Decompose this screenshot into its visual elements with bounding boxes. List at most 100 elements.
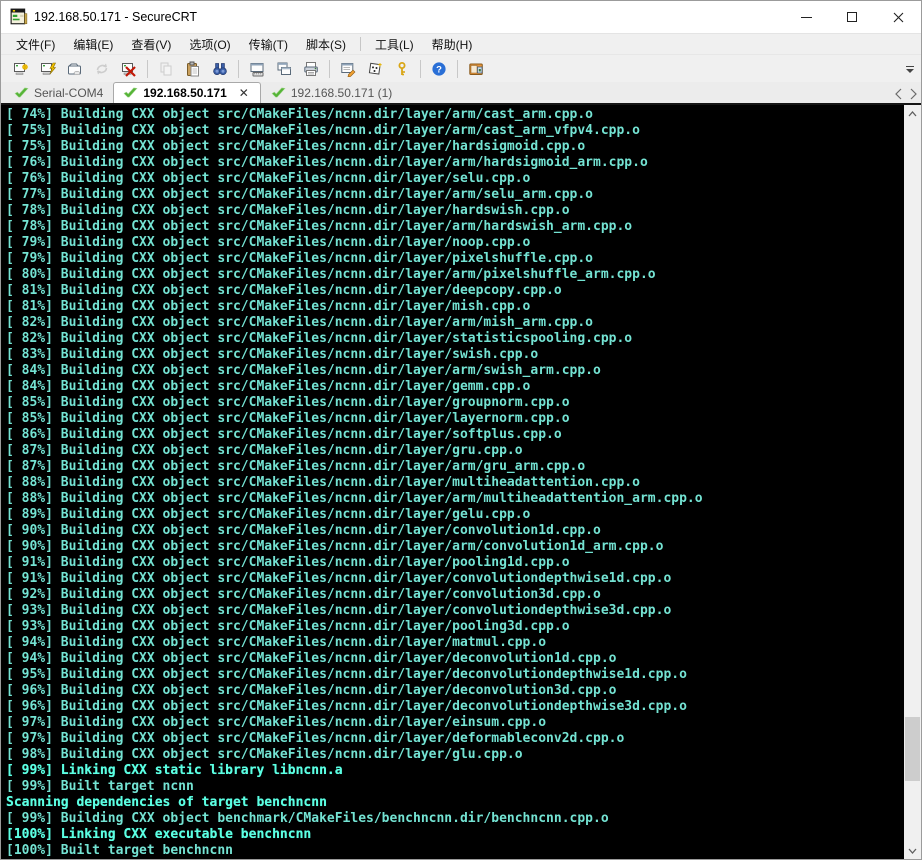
- terminal-line: [ 81%] Building CXX object src/CMakeFile…: [6, 283, 562, 298]
- terminal-line: [ 75%] Building CXX object src/CMakeFile…: [6, 123, 640, 138]
- terminal-line: [ 84%] Building CXX object src/CMakeFile…: [6, 379, 531, 394]
- terminal-line: [ 96%] Building CXX object src/CMakeFile…: [6, 699, 687, 714]
- terminal-line: Scanning dependencies of target benchncn…: [6, 795, 327, 810]
- disconnect-icon[interactable]: [117, 58, 141, 80]
- terminal-line: [ 82%] Building CXX object src/CMakeFile…: [6, 315, 593, 330]
- menu-item-3[interactable]: 选项(O): [180, 34, 239, 55]
- close-icon: [893, 12, 903, 22]
- terminal-line: [ 92%] Building CXX object src/CMakeFile…: [6, 587, 601, 602]
- tab-connected-check-icon: [271, 87, 286, 98]
- terminal-line: [ 85%] Building CXX object src/CMakeFile…: [6, 411, 570, 426]
- terminal-line: [ 80%] Building CXX object src/CMakeFile…: [6, 267, 656, 282]
- toolbar-overflow-icon: [906, 65, 914, 67]
- terminal-line: [ 81%] Building CXX object src/CMakeFile…: [6, 299, 531, 314]
- svg-text:?: ?: [436, 64, 442, 75]
- terminal-line: [100%] Built target benchncnn: [6, 843, 233, 858]
- terminal-line: [ 86%] Building CXX object src/CMakeFile…: [6, 427, 562, 442]
- connect-tab-icon[interactable]: [63, 58, 87, 80]
- keymap-icon[interactable]: [245, 58, 269, 80]
- script-icon[interactable]: [363, 58, 387, 80]
- terminal-line: [ 79%] Building CXX object src/CMakeFile…: [6, 235, 531, 250]
- quick-connect-icon[interactable]: [9, 58, 33, 80]
- terminal-scrollbar[interactable]: [904, 105, 921, 859]
- tab-label: 192.168.50.171 (1): [290, 86, 393, 100]
- help-icon[interactable]: ?: [427, 58, 451, 80]
- terminal-line: [ 90%] Building CXX object src/CMakeFile…: [6, 523, 601, 538]
- terminal-line: [ 97%] Building CXX object src/CMakeFile…: [6, 731, 625, 746]
- minimize-button[interactable]: [783, 1, 829, 33]
- close-button[interactable]: [875, 1, 921, 33]
- menu-item-1[interactable]: 编辑(E): [64, 34, 122, 55]
- terminal-line: [ 96%] Building CXX object src/CMakeFile…: [6, 683, 617, 698]
- terminal-line: [ 89%] Building CXX object src/CMakeFile…: [6, 507, 531, 522]
- terminal-line: [ 97%] Building CXX object src/CMakeFile…: [6, 715, 547, 730]
- menu-item-5[interactable]: 脚本(S): [297, 34, 355, 55]
- terminal-output[interactable]: [ 74%] Building CXX object src/CMakeFile…: [1, 105, 904, 859]
- terminal-line: [ 93%] Building CXX object src/CMakeFile…: [6, 603, 672, 618]
- terminal-line: [ 76%] Building CXX object src/CMakeFile…: [6, 171, 531, 186]
- properties-icon[interactable]: [336, 58, 360, 80]
- cascade-windows-icon[interactable]: [272, 58, 296, 80]
- tab-connected-check-icon: [14, 87, 29, 98]
- terminal-line: [ 99%] Linking CXX static library libncn…: [6, 763, 343, 778]
- menu-item-0[interactable]: 文件(F): [7, 34, 64, 55]
- toolbar-separator: [420, 59, 421, 78]
- terminal-line: [ 91%] Building CXX object src/CMakeFile…: [6, 555, 570, 570]
- terminal-line: [ 87%] Building CXX object src/CMakeFile…: [6, 443, 523, 458]
- terminal-line: [ 94%] Building CXX object src/CMakeFile…: [6, 635, 547, 650]
- toolbar-separator: [329, 59, 330, 78]
- terminal-line: [ 84%] Building CXX object src/CMakeFile…: [6, 363, 601, 378]
- securecrt-window: 192.168.50.171 - SecureCRT 文件(F) 编辑(E) 查看(…: [0, 0, 922, 860]
- terminal-line: [ 85%] Building CXX object src/CMakeFile…: [6, 395, 570, 410]
- terminal-line: [ 83%] Building CXX object src/CMakeFile…: [6, 347, 539, 362]
- minimize-icon: [800, 16, 812, 18]
- toolbar-separator: [238, 59, 239, 78]
- tab-scroll-right-icon[interactable]: [909, 88, 918, 100]
- menu-divider: [359, 37, 361, 51]
- session-tab-1[interactable]: 192.168.50.171 ✕: [113, 82, 261, 103]
- terminal-line: [100%] Linking CXX executable benchncnn: [6, 827, 312, 842]
- session-manager-icon[interactable]: [464, 58, 488, 80]
- terminal-line: [ 91%] Building CXX object src/CMakeFile…: [6, 571, 672, 586]
- scrollbar-thumb[interactable]: [905, 717, 920, 781]
- session-tab-0[interactable]: Serial-COM4: [4, 82, 113, 103]
- terminal-line: [ 93%] Building CXX object src/CMakeFile…: [6, 619, 570, 634]
- maximize-icon: [847, 12, 857, 22]
- reconnect-icon: [90, 58, 114, 80]
- tab-bar: Serial-COM4 192.168.50.171 ✕ 192.168.50.171…: [1, 82, 921, 105]
- key-icon[interactable]: [390, 58, 414, 80]
- terminal-line: [ 78%] Building CXX object src/CMakeFile…: [6, 219, 633, 234]
- terminal-line: [ 98%] Building CXX object src/CMakeFile…: [6, 747, 523, 762]
- menu-bar: 文件(F) 编辑(E) 查看(V) 选项(O) 传输(T) 脚本(S) 工具(L) 帮助(H): [1, 33, 921, 54]
- window-title: 192.168.50.171 - SecureCRT: [34, 10, 198, 24]
- connect-icon[interactable]: [36, 58, 60, 80]
- terminal-line: [ 76%] Building CXX object src/CMakeFile…: [6, 155, 648, 170]
- find-icon[interactable]: [208, 58, 232, 80]
- print-icon[interactable]: [299, 58, 323, 80]
- session-tab-2[interactable]: 192.168.50.171 (1): [261, 82, 402, 103]
- scrollbar-down-arrow[interactable]: [904, 842, 921, 859]
- menu-item-2[interactable]: 查看(V): [122, 34, 180, 55]
- toolbar: ?: [1, 54, 921, 82]
- terminal-line: [ 94%] Building CXX object src/CMakeFile…: [6, 651, 617, 666]
- terminal-line: [ 99%] Built target ncnn: [6, 779, 194, 794]
- terminal-line: [ 87%] Building CXX object src/CMakeFile…: [6, 459, 586, 474]
- tab-connected-check-icon: [123, 87, 138, 98]
- toolbar-separator: [147, 59, 148, 78]
- tab-label: Serial-COM4: [34, 86, 104, 100]
- menu-item-6[interactable]: 工具(L): [366, 34, 423, 55]
- securecrt-app-icon: [10, 8, 28, 25]
- menu-item-7[interactable]: 帮助(H): [423, 34, 482, 55]
- tab-label: 192.168.50.171: [143, 86, 227, 100]
- menu-item-4[interactable]: 传输(T): [240, 34, 297, 55]
- terminal-line: [ 78%] Building CXX object src/CMakeFile…: [6, 203, 570, 218]
- paste-icon[interactable]: [181, 58, 205, 80]
- maximize-button[interactable]: [829, 1, 875, 33]
- tab-scroll-left-icon[interactable]: [894, 88, 903, 100]
- scrollbar-up-arrow[interactable]: [904, 105, 921, 122]
- terminal-line: [ 88%] Building CXX object src/CMakeFile…: [6, 475, 640, 490]
- terminal-line: [ 79%] Building CXX object src/CMakeFile…: [6, 251, 593, 266]
- title-bar: 192.168.50.171 - SecureCRT: [1, 1, 921, 33]
- toolbar-overflow-button[interactable]: [903, 60, 917, 78]
- tab-close-icon[interactable]: ✕: [237, 86, 251, 100]
